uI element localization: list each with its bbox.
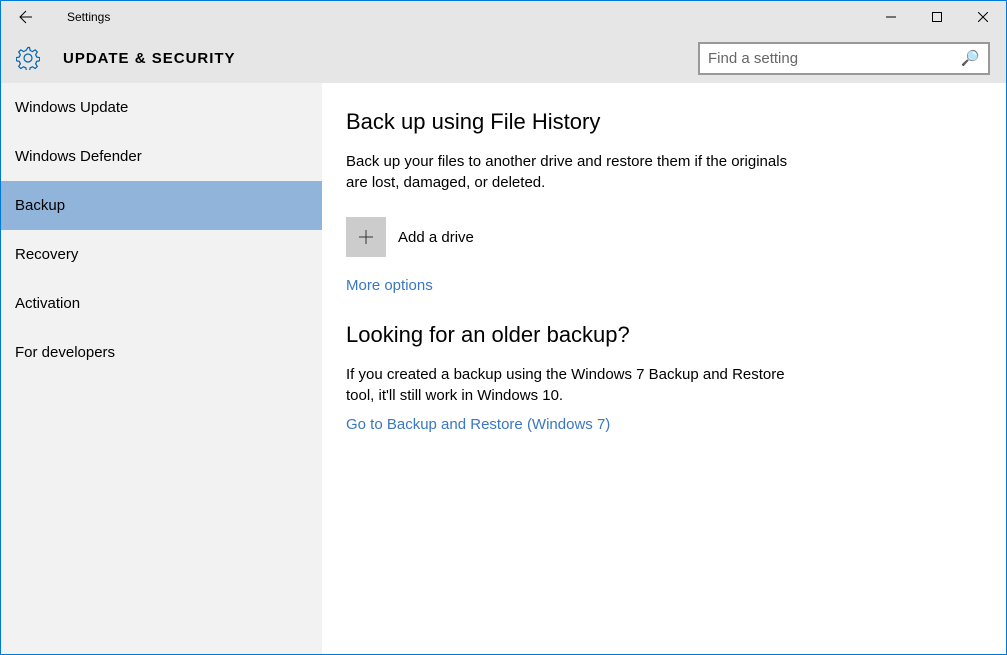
section-title-file-history: Back up using File History: [346, 109, 982, 135]
add-drive-button[interactable]: Add a drive: [346, 217, 982, 257]
back-button[interactable]: [1, 1, 51, 33]
backup-restore-win7-link[interactable]: Go to Backup and Restore (Windows 7): [346, 416, 982, 433]
maximize-button[interactable]: [914, 1, 960, 33]
minimize-button[interactable]: [868, 1, 914, 33]
sidebar-item-windows-defender[interactable]: Windows Defender: [1, 132, 322, 181]
close-button[interactable]: [960, 1, 1006, 33]
window-controls: [868, 1, 1006, 33]
sidebar-item-activation[interactable]: Activation: [1, 279, 322, 328]
sidebar-item-label: Backup: [15, 197, 65, 214]
sidebar-item-label: Activation: [15, 295, 80, 312]
maximize-icon: [932, 12, 942, 22]
title-bar: Settings: [1, 1, 1006, 33]
search-icon: 🔍: [961, 49, 980, 67]
sidebar-item-for-developers[interactable]: For developers: [1, 328, 322, 377]
window-title: Settings: [67, 10, 110, 24]
main-content: Back up using File History Back up your …: [322, 83, 1006, 654]
page-title: UPDATE & SECURITY: [63, 50, 236, 67]
body-area: Windows Update Windows Defender Backup R…: [1, 83, 1006, 654]
plus-icon: [346, 217, 386, 257]
search-input[interactable]: [708, 50, 961, 67]
gear-icon: [15, 45, 41, 71]
header: UPDATE & SECURITY 🔍: [1, 33, 1006, 83]
sidebar: Windows Update Windows Defender Backup R…: [1, 83, 322, 654]
arrow-left-icon: [18, 9, 34, 25]
add-drive-label: Add a drive: [398, 229, 474, 246]
sidebar-item-backup[interactable]: Backup: [1, 181, 322, 230]
close-icon: [978, 12, 988, 22]
header-left: UPDATE & SECURITY: [15, 45, 236, 71]
section-desc-file-history: Back up your files to another drive and …: [346, 151, 801, 193]
sidebar-item-label: Windows Update: [15, 99, 128, 116]
sidebar-item-label: Windows Defender: [15, 148, 142, 165]
search-box[interactable]: 🔍: [698, 42, 990, 75]
section-desc-older-backup: If you created a backup using the Window…: [346, 364, 801, 406]
sidebar-item-recovery[interactable]: Recovery: [1, 230, 322, 279]
sidebar-item-label: Recovery: [15, 246, 78, 263]
section-title-older-backup: Looking for an older backup?: [346, 322, 982, 348]
minimize-icon: [886, 12, 896, 22]
more-options-link[interactable]: More options: [346, 277, 982, 294]
sidebar-item-label: For developers: [15, 344, 115, 361]
sidebar-item-windows-update[interactable]: Windows Update: [1, 83, 322, 132]
